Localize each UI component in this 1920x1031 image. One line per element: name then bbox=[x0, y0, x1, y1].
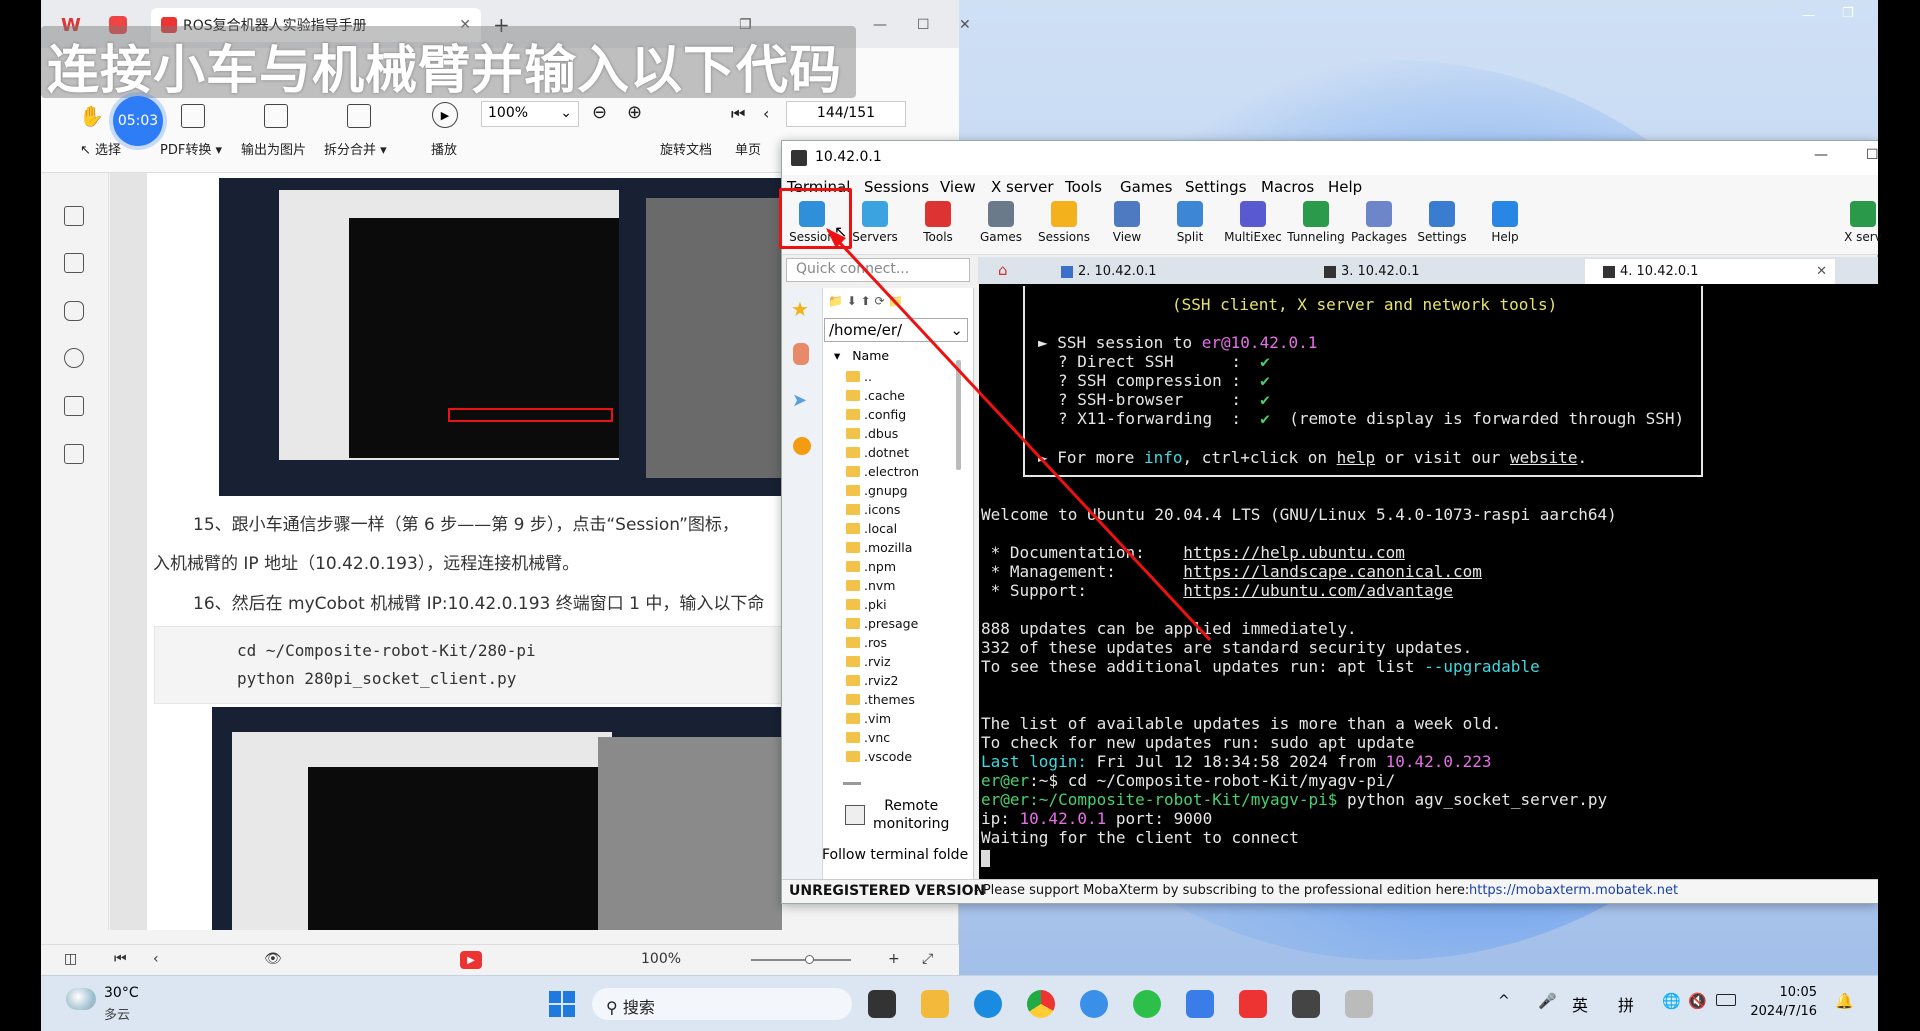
search-label: 搜索 bbox=[622, 998, 655, 1017]
weather-desc[interactable]: 多云 bbox=[104, 1004, 130, 1023]
clock-date[interactable]: 2024/7/16 bbox=[1748, 1004, 1817, 1019]
taskbar bbox=[41, 975, 1878, 1031]
rviz-taskbar-icon[interactable] bbox=[1345, 990, 1373, 1018]
chrome-icon[interactable] bbox=[1027, 990, 1055, 1018]
notes-icon[interactable] bbox=[1186, 990, 1214, 1018]
red-arrow bbox=[826, 228, 1212, 642]
cloud-icon[interactable] bbox=[66, 988, 96, 1010]
input-lang-en[interactable]: 英 bbox=[1572, 992, 1588, 1016]
screen: W ROS复合机器人实验指导手册 ✕ + ❐ — ☐ ✕ 分享 ✋ ↖ 选择 P… bbox=[0, 0, 1920, 1031]
arrow-line bbox=[826, 228, 1212, 642]
tray-chevron-icon[interactable]: ^ bbox=[1498, 993, 1510, 1009]
mobaxterm-taskbar-icon[interactable] bbox=[1292, 990, 1320, 1018]
wechat-icon[interactable] bbox=[1133, 990, 1161, 1018]
battery-icon[interactable] bbox=[1716, 994, 1736, 1006]
search-icon: ⚲ bbox=[606, 998, 623, 1017]
edge-icon[interactable] bbox=[974, 990, 1002, 1018]
wps-taskbar-icon[interactable] bbox=[1239, 990, 1267, 1018]
input-lang-pinyin[interactable]: 拼 bbox=[1618, 992, 1634, 1016]
clock-time[interactable]: 10:05 bbox=[1761, 985, 1817, 1000]
windows-start-icon[interactable] bbox=[549, 991, 575, 1017]
chat-icon[interactable] bbox=[1080, 990, 1108, 1018]
weather-temp[interactable]: 30°C bbox=[104, 985, 139, 1001]
task-view-icon[interactable] bbox=[868, 990, 896, 1018]
network-icon[interactable]: 🌐 bbox=[1662, 992, 1681, 1010]
mouse-cursor-icon: ↖ bbox=[834, 222, 848, 241]
file-explorer-icon[interactable] bbox=[921, 990, 949, 1018]
volume-icon[interactable]: 🔇 bbox=[1688, 992, 1707, 1010]
microphone-icon[interactable]: 🎤 bbox=[1538, 992, 1557, 1010]
taskbar-search[interactable]: ⚲ 搜索 bbox=[592, 988, 852, 1020]
notification-bell-icon[interactable]: 🔔 bbox=[1835, 992, 1854, 1010]
